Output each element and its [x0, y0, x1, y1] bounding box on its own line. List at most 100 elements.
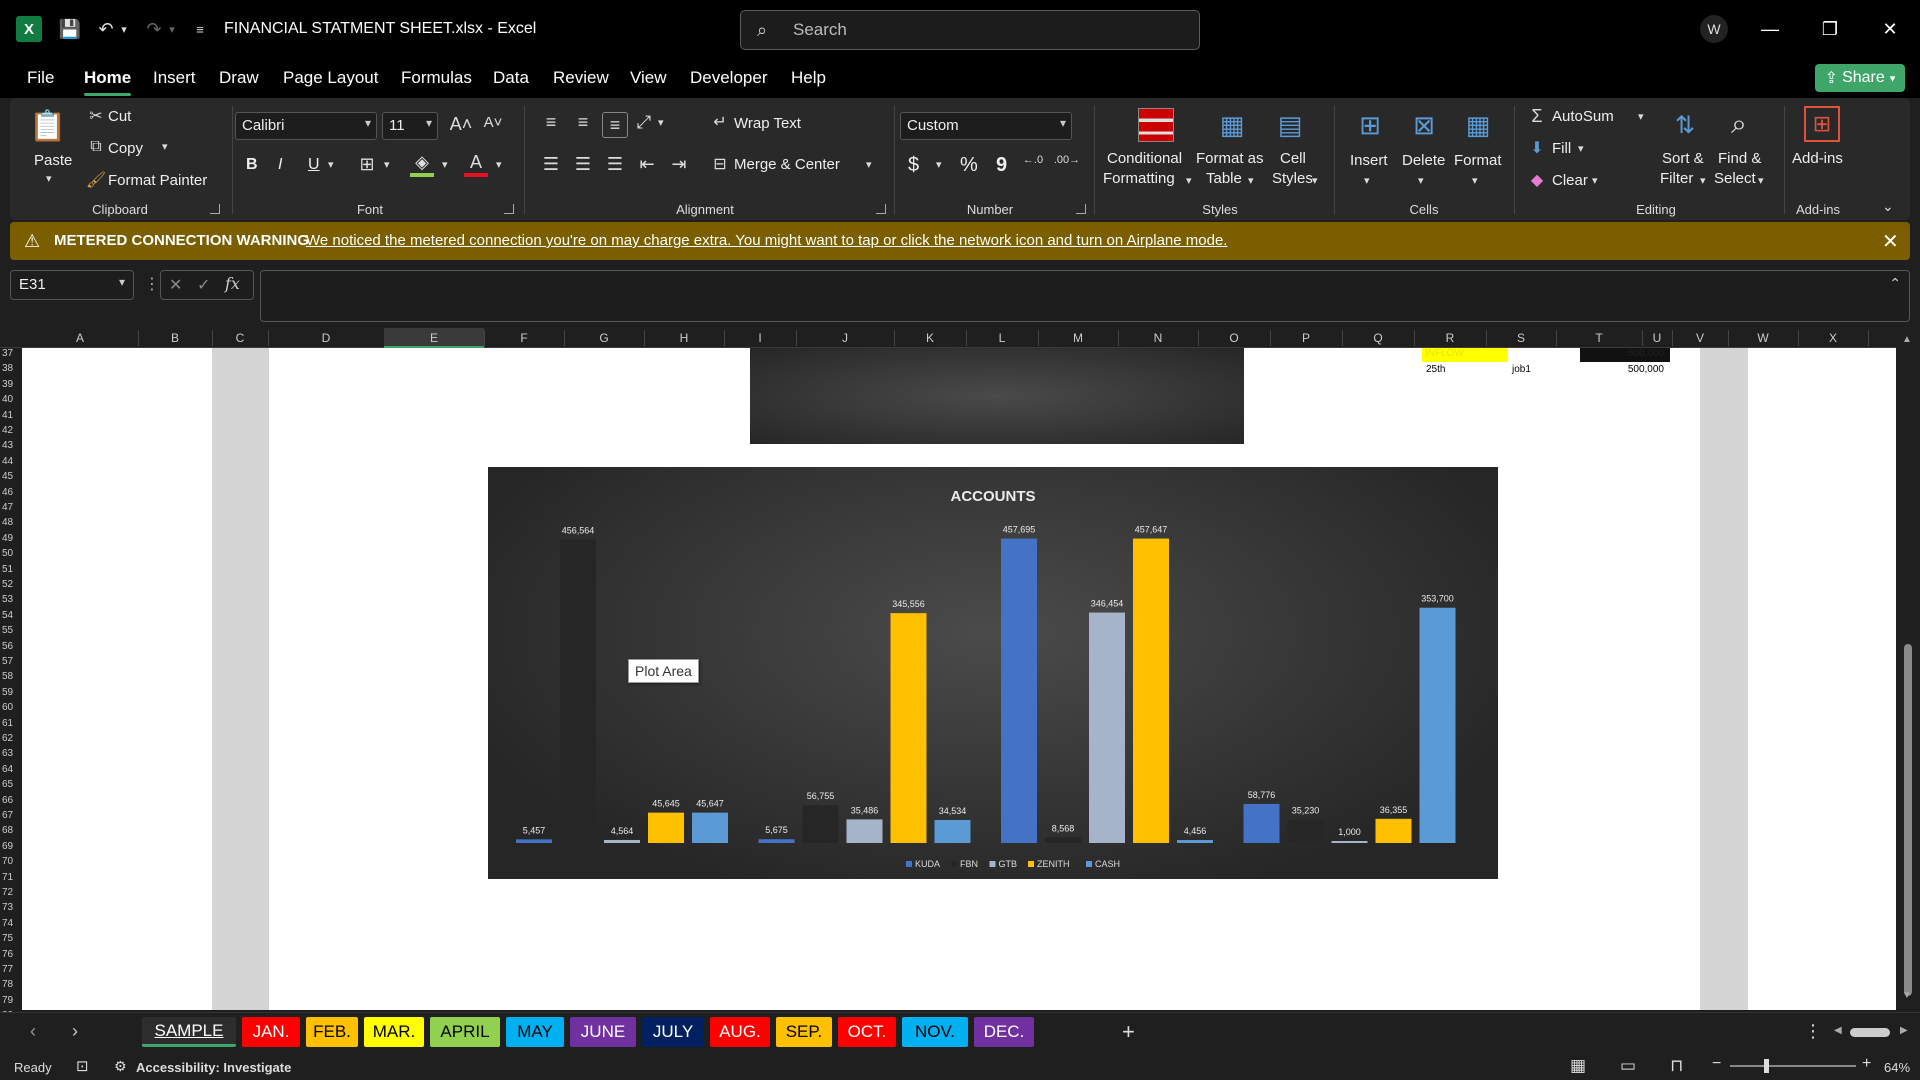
tab-page-layout[interactable]: Page Layout [283, 68, 378, 88]
sheet-tab-april[interactable]: APRIL [430, 1017, 500, 1047]
row-header-66[interactable]: 66 [2, 795, 22, 806]
row-header-62[interactable]: 62 [2, 733, 22, 744]
underline-button[interactable]: U [308, 156, 320, 174]
page-break-view-icon[interactable]: ⊓ [1670, 1056, 1683, 1076]
worksheet-grid[interactable]: INFLOW 500,000 25th job1 500,000 ACCOUNT… [22, 348, 1896, 1010]
tab-file[interactable]: File [27, 68, 54, 88]
conditional-formatting-label-2[interactable]: Formatting [1103, 170, 1175, 187]
column-header-q[interactable]: Q [1342, 331, 1414, 345]
row-header-39[interactable]: 39 [2, 379, 22, 390]
tab-home[interactable]: Home [84, 68, 132, 96]
font-color-icon[interactable]: A [464, 152, 488, 177]
chevron-down-icon[interactable]: ▾ [1248, 174, 1254, 187]
warning-message-link[interactable]: We noticed the metered connection you're… [306, 232, 1227, 249]
wrap-text-button[interactable]: Wrap Text [734, 115, 801, 132]
autosum-icon[interactable]: Σ [1528, 106, 1546, 127]
row-header-60[interactable]: 60 [2, 702, 22, 713]
zoom-slider[interactable] [1730, 1059, 1856, 1073]
row-header-52[interactable]: 52 [2, 579, 22, 590]
add-sheet-icon[interactable]: + [1122, 1019, 1135, 1045]
bar-kuda-group-2[interactable] [758, 839, 795, 843]
more-options-icon[interactable]: ⋮ [144, 274, 160, 294]
find-select-label-2[interactable]: Select [1714, 170, 1756, 187]
scroll-right-icon[interactable]: ▶ [1900, 1025, 1908, 1036]
row-header-65[interactable]: 65 [2, 779, 22, 790]
zoom-level[interactable]: 64% [1884, 1060, 1910, 1075]
column-header-w[interactable]: W [1728, 331, 1798, 345]
column-header-b[interactable]: B [138, 331, 212, 345]
merge-dropdown-icon[interactable]: ▾ [866, 158, 872, 171]
align-bottom-icon[interactable]: ≡ [602, 112, 628, 138]
bar-gtb-group-2[interactable] [846, 819, 883, 843]
row-header-49[interactable]: 49 [2, 533, 22, 544]
sheet-tab-june[interactable]: JUNE [570, 1017, 636, 1047]
row-header-53[interactable]: 53 [2, 594, 22, 605]
tab-help[interactable]: Help [791, 68, 826, 88]
row-header-71[interactable]: 71 [2, 872, 22, 883]
column-header-m[interactable]: M [1038, 331, 1118, 345]
row-header-38[interactable]: 38 [2, 363, 22, 374]
row-header-50[interactable]: 50 [2, 548, 22, 559]
delete-cells-button[interactable]: Delete [1402, 152, 1445, 169]
row-header-61[interactable]: 61 [2, 718, 22, 729]
paste-dropdown-icon[interactable]: ▾ [46, 172, 52, 185]
column-header-n[interactable]: N [1118, 331, 1198, 345]
italic-button[interactable]: I [278, 156, 282, 174]
underline-dropdown-icon[interactable]: ▾ [328, 158, 334, 171]
row-header-47[interactable]: 47 [2, 502, 22, 513]
tab-formulas[interactable]: Formulas [401, 68, 472, 88]
number-format-dropdown[interactable]: Custom ▾ [900, 112, 1072, 140]
row-header-69[interactable]: 69 [2, 841, 22, 852]
bar-zenith-group-1[interactable] [648, 812, 684, 843]
sheet-tab-jan[interactable]: JAN. [242, 1017, 300, 1047]
column-header-i[interactable]: I [724, 331, 796, 345]
comma-style-button[interactable]: 9 [996, 154, 1007, 177]
insert-cells-icon[interactable]: ⊞ [1350, 108, 1390, 142]
format-cells-icon[interactable]: ▦ [1458, 108, 1498, 142]
sort-filter-label-1[interactable]: Sort & [1662, 150, 1704, 167]
enter-icon[interactable]: ✓ [197, 275, 210, 295]
row-header-46[interactable]: 46 [2, 487, 22, 498]
orientation-dropdown-icon[interactable]: ▾ [658, 116, 664, 129]
tab-developer[interactable]: Developer [690, 68, 768, 88]
save-icon[interactable]: 💾 [58, 17, 82, 41]
column-header-p[interactable]: P [1270, 331, 1342, 345]
align-middle-icon[interactable]: ≡ [572, 112, 594, 133]
collapse-ribbon-icon[interactable]: ⌄ [1882, 198, 1894, 215]
row-header-73[interactable]: 73 [2, 902, 22, 913]
horizontal-scroll-thumb[interactable] [1850, 1028, 1890, 1037]
redo-dropdown-icon[interactable]: ▾ [166, 17, 178, 41]
column-header-h[interactable]: H [644, 331, 724, 345]
decrease-font-icon[interactable]: A˅ [482, 114, 504, 131]
scroll-thumb[interactable] [1904, 644, 1912, 996]
bar-gtb-group-1[interactable] [604, 839, 640, 843]
tab-insert[interactable]: Insert [153, 68, 196, 88]
column-header-e[interactable]: E [384, 328, 484, 348]
paste-button[interactable]: Paste [34, 152, 72, 169]
fill-color-dropdown-icon[interactable]: ▾ [442, 158, 448, 171]
delete-cells-icon[interactable]: ⊠ [1404, 108, 1444, 142]
horizontal-scrollbar[interactable]: ◀ ▶ [1834, 1025, 1920, 1040]
font-size-dropdown[interactable]: 11 ▾ [382, 112, 438, 140]
percent-button[interactable]: % [960, 154, 978, 177]
macro-record-icon[interactable]: ⊡ [76, 1057, 89, 1075]
tab-view[interactable]: View [630, 68, 667, 88]
bar-cash-group-4[interactable] [1419, 607, 1456, 843]
tab-data[interactable]: Data [493, 68, 529, 88]
column-header-j[interactable]: J [796, 331, 894, 345]
currency-button[interactable]: $ [908, 154, 919, 177]
tab-draw[interactable]: Draw [219, 68, 259, 88]
row-header-37[interactable]: 37 [2, 348, 22, 359]
redo-icon[interactable]: ↷ [142, 17, 166, 41]
column-header-s[interactable]: S [1486, 331, 1556, 345]
cell-inflow[interactable]: INFLOW [1422, 348, 1508, 362]
bar-gtb-group-3[interactable] [1089, 612, 1125, 843]
chevron-down-icon[interactable]: ▾ [1312, 174, 1318, 187]
search-box[interactable]: ⌕ [740, 10, 1200, 50]
increase-decimal-icon[interactable]: ←.0 [1020, 154, 1046, 166]
align-right-icon[interactable]: ☰ [604, 154, 626, 175]
zoom-out-icon[interactable]: − [1712, 1055, 1721, 1073]
sheet-tab-aug[interactable]: AUG. [710, 1017, 770, 1047]
column-header-x[interactable]: X [1798, 331, 1868, 345]
orientation-icon[interactable]: ⤢ [632, 112, 656, 133]
